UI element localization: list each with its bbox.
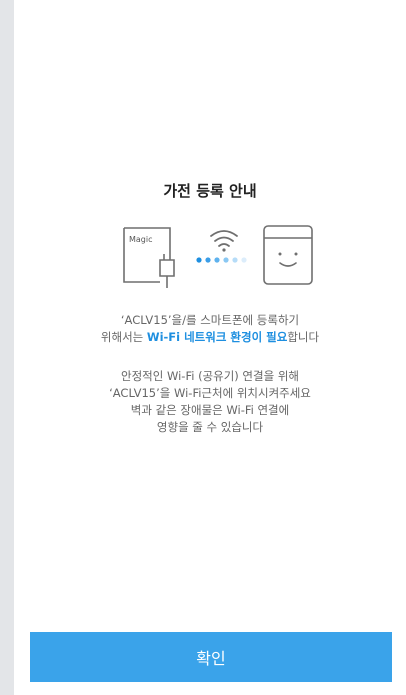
connecting-dots-icon <box>196 257 247 263</box>
tip-line: 안정적인 Wi-Fi (공유기) 연결을 위해 <box>121 369 299 383</box>
tip-line: 벽과 같은 장애물은 Wi-Fi 연결에 <box>130 403 290 417</box>
network-requirement-message: ‘ACLV15’을/를 스마트폰에 등록하기 위해서는 Wi-Fi 네트워크 환… <box>14 312 406 346</box>
dialog-title: 가전 등록 안내 <box>163 182 257 200</box>
connection-illustration: Magic <box>14 220 406 290</box>
message1-line1: ‘ACLV15’을/를 스마트폰에 등록하기 <box>120 313 300 327</box>
message1-line2-suffix: 합니다 <box>287 330 320 344</box>
plug-icon: Magic <box>123 227 175 288</box>
registration-guide-dialog: 가전 등록 안내 Magic ‘ACLV15’을/를 스마트폰에 등록하기 위해… <box>14 0 406 695</box>
placement-tip-message: 안정적인 Wi-Fi (공유기) 연결을 위해 ‘ACLV15’을 Wi-Fi근… <box>14 368 406 436</box>
message1-line2: 위해서는 Wi-Fi 네트워크 환경이 필요합니다 <box>14 329 406 346</box>
tip-line: ‘ACLV15’을 Wi-Fi근처에 위치시켜주세요 <box>109 386 311 400</box>
network-requirement-highlight: Wi-Fi 네트워크 환경이 필요 <box>146 330 288 344</box>
tip-line: 영향을 줄 수 있습니다 <box>156 420 264 434</box>
confirm-button[interactable]: 확인 <box>30 632 392 682</box>
wifi-icon <box>210 230 238 252</box>
message1-line2-prefix: 위해서는 <box>100 330 147 344</box>
appliance-icon <box>263 225 313 285</box>
plug-brand-label: Magic <box>129 235 153 244</box>
